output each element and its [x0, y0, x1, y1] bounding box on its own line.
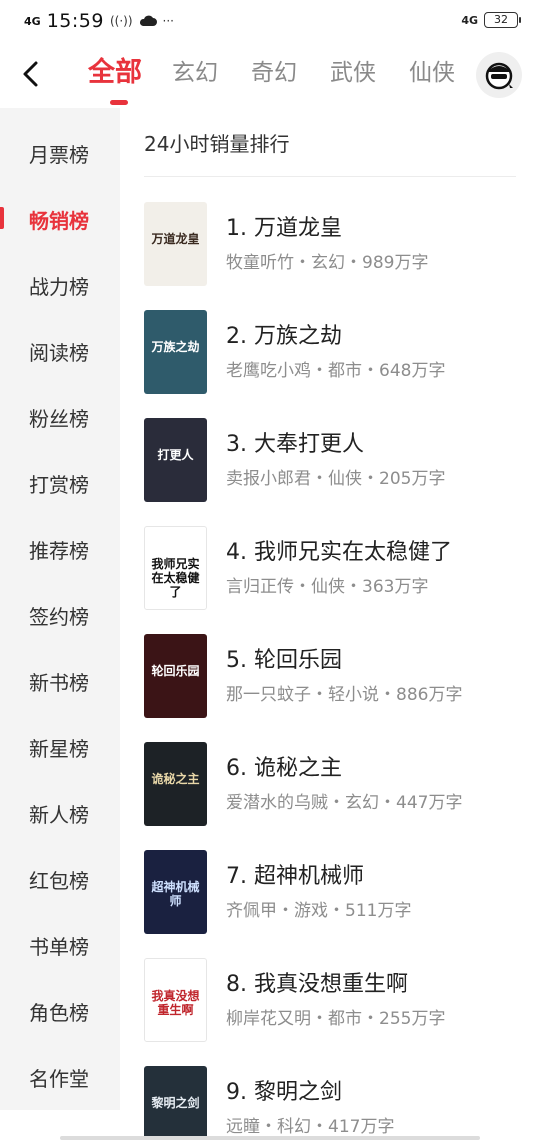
book-item[interactable]: 诡秘之主 6. 诡秘之主 爱潜水的乌贼・玄幻・447万字 — [144, 742, 516, 828]
back-arrow-icon — [23, 61, 38, 87]
hotspot-icon: ((·)) — [109, 14, 133, 28]
book-item[interactable]: 我师兄实在太稳健了 4. 我师兄实在太稳健了 言归正传・仙侠・363万字 — [144, 526, 516, 612]
book-item[interactable]: 万道龙皇 1. 万道龙皇 牧童听竹・玄幻・989万字 — [144, 202, 516, 288]
book-cover: 诡秘之主 — [144, 742, 207, 826]
cover-title: 我真没想重生啊 — [151, 989, 200, 1017]
book-cover: 我真没想重生啊 — [144, 958, 207, 1042]
section-title: 24小时销量排行 — [144, 132, 290, 156]
tab-xuanhuan[interactable]: 玄幻 — [172, 52, 251, 94]
book-item[interactable]: 打更人 3. 大奉打更人 卖报小郎君・仙侠・205万字 — [144, 418, 516, 504]
sidebar-item-bestseller[interactable]: 畅销榜 — [0, 186, 120, 252]
sidebar-item-signed[interactable]: 签约榜 — [0, 582, 120, 648]
book-item[interactable]: 轮回乐园 5. 轮回乐园 那一只蚊子・轻小说・886万字 — [144, 634, 516, 720]
back-button[interactable] — [12, 56, 48, 92]
cover-title: 超神机械师 — [151, 880, 200, 908]
ranking-sidebar: 月票榜 畅销榜 战力榜 阅读榜 粉丝榜 打赏榜 推荐榜 签约榜 新书榜 新星榜 … — [0, 108, 120, 1140]
status-bar: 4G 15:59 ((·)) ··· 4G 32 — [0, 0, 540, 44]
book-meta: 言归正传・仙侠・363万字 — [226, 577, 429, 597]
user-avatar-icon — [485, 62, 513, 90]
book-cover: 打更人 — [144, 418, 207, 502]
book-meta: 远瞳・科幻・417万字 — [226, 1117, 395, 1137]
book-item[interactable]: 万族之劫 2. 万族之劫 老鹰吃小鸡・都市・648万字 — [144, 310, 516, 396]
book-meta: 那一只蚊子・轻小说・886万字 — [226, 685, 463, 705]
sidebar-item-hall-of-fame[interactable]: 名作堂 — [0, 1044, 120, 1110]
tab-qihuan[interactable]: 奇幻 — [251, 52, 330, 94]
sidebar-item-red-packet[interactable]: 红包榜 — [0, 846, 120, 912]
sidebar-item-reading[interactable]: 阅读榜 — [0, 318, 120, 384]
divider — [144, 176, 516, 177]
book-meta: 柳岸花又明・都市・255万字 — [226, 1009, 446, 1029]
book-meta: 老鹰吃小鸡・都市・648万字 — [226, 361, 446, 381]
cover-title: 诡秘之主 — [151, 772, 200, 786]
book-title: 8. 我真没想重生啊 — [226, 972, 408, 997]
cover-title: 黎明之剑 — [151, 1096, 200, 1110]
sidebar-item-characters[interactable]: 角色榜 — [0, 978, 120, 1044]
battery-indicator: 32 — [484, 12, 521, 28]
book-cover: 万族之劫 — [144, 310, 207, 394]
book-cover: 我师兄实在太稳健了 — [144, 526, 207, 610]
cover-title: 打更人 — [157, 448, 194, 462]
book-cover: 黎明之剑 — [144, 1066, 207, 1140]
sidebar-item-new-authors[interactable]: 新人榜 — [0, 780, 120, 846]
category-tabs: 全部 玄幻 奇幻 武侠 仙侠 — [88, 52, 488, 105]
book-cover: 万道龙皇 — [144, 202, 207, 286]
book-meta: 卖报小郎君・仙侠・205万字 — [226, 469, 446, 489]
book-item[interactable]: 超神机械师 7. 超神机械师 齐佩甲・游戏・511万字 — [144, 850, 516, 936]
book-title: 4. 我师兄实在太稳健了 — [226, 540, 452, 565]
sidebar-item-tips[interactable]: 打赏榜 — [0, 450, 120, 516]
sidebar-item-new-stars[interactable]: 新星榜 — [0, 714, 120, 780]
book-title: 2. 万族之劫 — [226, 324, 342, 349]
sidebar-item-booklist[interactable]: 书单榜 — [0, 912, 120, 978]
sidebar-item-monthly-ticket[interactable]: 月票榜 — [0, 120, 120, 186]
top-nav: 全部 玄幻 奇幻 武侠 仙侠 — [0, 44, 540, 106]
book-title: 5. 轮回乐园 — [226, 648, 342, 673]
ranking-list: 24小时销量排行 万道龙皇 1. 万道龙皇 牧童听竹・玄幻・989万字 万族之劫… — [120, 108, 540, 1140]
book-cover: 超神机械师 — [144, 850, 207, 934]
home-indicator — [60, 1136, 480, 1140]
clock: 15:59 — [46, 10, 104, 32]
cover-title: 万道龙皇 — [151, 232, 200, 246]
status-right: 4G 32 — [461, 12, 521, 28]
book-meta: 齐佩甲・游戏・511万字 — [226, 901, 412, 921]
book-cover: 轮回乐园 — [144, 634, 207, 718]
book-item[interactable]: 黎明之剑 9. 黎明之剑 远瞳・科幻・417万字 — [144, 1066, 516, 1140]
sidebar-item-recommend[interactable]: 推荐榜 — [0, 516, 120, 582]
cover-title: 轮回乐园 — [151, 664, 200, 678]
book-title: 9. 黎明之剑 — [226, 1080, 342, 1105]
tab-wuxia[interactable]: 武侠 — [330, 52, 409, 94]
cover-title: 我师兄实在太稳健了 — [151, 557, 200, 599]
book-title: 3. 大奉打更人 — [226, 432, 364, 457]
book-meta: 爱潜水的乌贼・玄幻・447万字 — [226, 793, 463, 813]
cloud-icon — [139, 15, 157, 26]
book-title: 6. 诡秘之主 — [226, 756, 342, 781]
book-title: 7. 超神机械师 — [226, 864, 364, 889]
book-meta: 牧童听竹・玄幻・989万字 — [226, 253, 429, 273]
user-avatar-button[interactable] — [476, 52, 522, 98]
network-type: 4G — [24, 14, 41, 28]
book-title: 1. 万道龙皇 — [226, 216, 342, 241]
book-item[interactable]: 我真没想重生啊 8. 我真没想重生啊 柳岸花又明・都市・255万字 — [144, 958, 516, 1044]
tab-all[interactable]: 全部 — [88, 52, 172, 105]
cover-title: 万族之劫 — [151, 340, 200, 354]
sidebar-item-power[interactable]: 战力榜 — [0, 252, 120, 318]
sidebar-item-new-books[interactable]: 新书榜 — [0, 648, 120, 714]
more-status: ··· — [162, 14, 174, 28]
signal-label: 4G — [461, 13, 478, 27]
status-left: 4G 15:59 ((·)) ··· — [24, 10, 174, 32]
sidebar-item-fans[interactable]: 粉丝榜 — [0, 384, 120, 450]
